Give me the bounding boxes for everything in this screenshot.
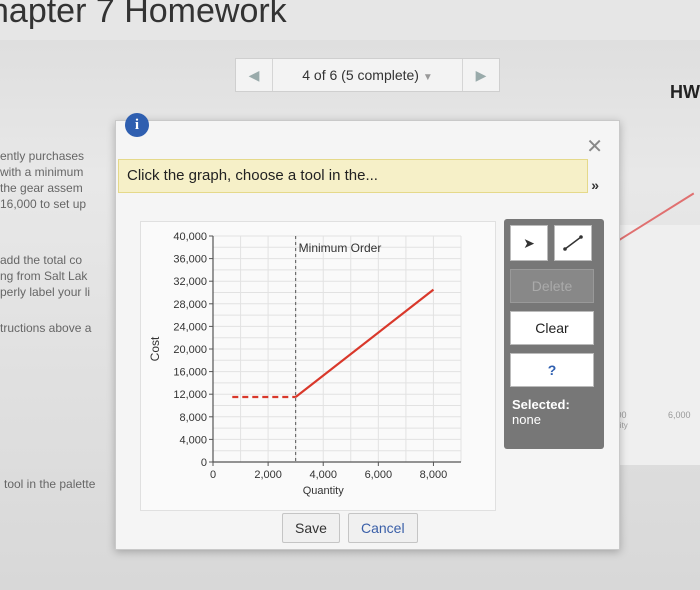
y-axis-label: Cost [148, 336, 162, 361]
bg-line: with a minimum [0, 165, 84, 179]
question-progress[interactable]: 4 of 6 (5 complete) ▼ [272, 59, 463, 91]
series-line-solid [294, 288, 435, 398]
x-tick-label: 2,000 [254, 469, 282, 481]
arrow-left-icon[interactable]: ◀ [236, 59, 272, 91]
y-tick-label: 8,000 [179, 412, 207, 424]
y-tick-labels: 0 4,000 8,000 12,000 16,000 20,000 24,000 28,00… [173, 231, 213, 469]
chart-grid [213, 235, 462, 462]
tool-palette: ➤ Delete Clear ? Selected: none [504, 219, 604, 449]
y-tick-label: 36,000 [173, 254, 207, 266]
graph-area[interactable]: 0 4,000 8,000 12,000 16,000 20,000 24,000 28,00… [140, 221, 496, 511]
bg-line: add the total co [0, 253, 83, 267]
y-tick-label: 24,000 [173, 321, 207, 333]
selected-info: Selected: none [510, 397, 598, 427]
background-question-text-3: tructions above a [0, 321, 92, 335]
background-question-text-1: ently purchases with a minimum the gear … [0, 148, 86, 212]
bg-line: the gear assem [0, 181, 83, 195]
x-tick-label: 8,000 [420, 469, 448, 481]
help-button[interactable]: ? [510, 353, 594, 387]
bg-line: 16,000 to set up [0, 197, 87, 211]
progress-label: 4 of 6 (5 complete) [302, 67, 419, 83]
question-nav: ◀ 4 of 6 (5 complete) ▼ ▶ [235, 58, 500, 92]
background-question-text-2: add the total co ng from Salt Lak perly … [0, 252, 90, 300]
y-tick-label: 20,000 [173, 344, 207, 356]
y-tick-label: 4,000 [179, 434, 207, 446]
close-icon[interactable]: ✕ [586, 137, 603, 157]
line-segment-glyph [563, 235, 583, 251]
y-tick-label: 32,000 [173, 276, 207, 288]
bg-line: ng from Salt Lak [0, 269, 88, 283]
info-icon[interactable]: i [125, 113, 149, 137]
pointer-arrow-icon[interactable]: ➤ [510, 225, 548, 261]
page-header: hapter 7 Homework [0, 0, 700, 40]
x-tick-label: 0 [210, 469, 216, 481]
x-tick-labels: 0 2,000 4,000 6,000 8,000 [210, 462, 447, 481]
page-title: hapter 7 Homework [0, 0, 287, 30]
x-tick-label: 4,000 [309, 469, 337, 481]
y-tick-label: 12,000 [173, 389, 207, 401]
bg-line: ently purchases [0, 149, 85, 163]
selected-value: none [512, 412, 541, 427]
bg-tick: 6,000 [668, 410, 691, 420]
y-tick-label: 0 [201, 457, 207, 469]
y-tick-label: 40,000 [173, 231, 207, 243]
arrow-right-icon[interactable]: ▶ [463, 59, 499, 91]
save-button[interactable]: Save [282, 513, 340, 543]
instruction-text: Click the graph, choose a tool in the... [127, 167, 378, 184]
x-axis-label: Quantity [303, 485, 344, 497]
chevrons-down-icon[interactable]: » [591, 177, 599, 193]
selected-label: Selected: [512, 397, 570, 412]
x-tick-label: 6,000 [365, 469, 393, 481]
delete-button[interactable]: Delete [510, 269, 594, 303]
background-question-text-4: tool in the palette [4, 477, 96, 491]
cost-quantity-chart[interactable]: 0 4,000 8,000 12,000 16,000 20,000 24,000 28,00… [141, 222, 497, 512]
instruction-bar[interactable]: Click the graph, choose a tool in the... [118, 159, 588, 193]
chart-series [232, 288, 435, 399]
minimum-order-label: Minimum Order [299, 241, 382, 255]
hw-label: HW [670, 82, 700, 102]
bg-line: perly label your li [0, 285, 91, 299]
y-tick-label: 28,000 [173, 299, 207, 311]
line-segment-icon[interactable] [554, 225, 592, 261]
graph-tool-dialog: i ✕ Click the graph, choose a tool in th… [115, 113, 620, 550]
clear-button[interactable]: Clear [510, 311, 594, 345]
cancel-button[interactable]: Cancel [348, 513, 418, 543]
triangle-down-icon: ▼ [422, 72, 433, 83]
y-tick-label: 16,000 [173, 367, 207, 379]
